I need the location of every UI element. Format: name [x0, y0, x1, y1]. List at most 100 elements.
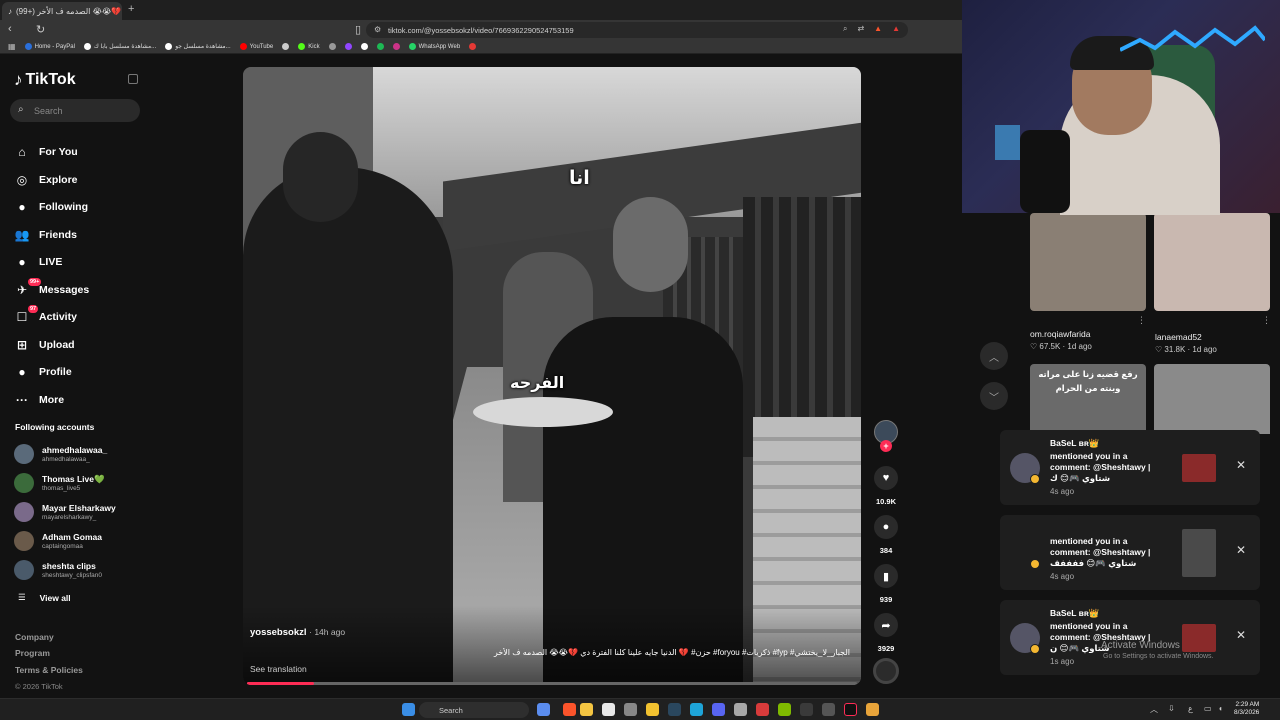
next-video-button[interactable]: ﹀ [980, 382, 1008, 410]
sidebar-item-following[interactable]: ● Following [14, 197, 88, 217]
video-progress-bar[interactable] [247, 682, 857, 685]
sidebar-item-live[interactable]: ● LIVE [14, 252, 62, 272]
volume-icon[interactable]: ◖ [1218, 704, 1223, 713]
new-tab-button[interactable]: + [128, 3, 134, 15]
tray-icon[interactable]: ⇩ [1168, 704, 1175, 713]
tiktok-icon[interactable] [844, 703, 857, 716]
video-author[interactable]: yossebsokzl · 14h ago [250, 627, 345, 638]
close-icon[interactable]: ✕ [1236, 543, 1246, 557]
share-icon[interactable]: ➦ [874, 613, 898, 637]
bookmark-item[interactable]: Kick [298, 43, 320, 50]
video-player[interactable]: انا الفرحه yossebsokzl · 14h ago الجبار_… [243, 67, 861, 685]
like-icon[interactable]: ♥ [874, 466, 898, 490]
bookmark-item[interactable]: YouTube [239, 43, 273, 50]
sidebar-item-for-you[interactable]: ⌂ For You [14, 142, 77, 162]
thumb-author[interactable]: om.roqiawfarida [1030, 329, 1090, 339]
more-options-icon[interactable]: ⋮ [1262, 315, 1271, 326]
recommended-video-thumb[interactable] [1154, 364, 1270, 434]
keyboard-language-icon[interactable]: ع [1188, 704, 1193, 713]
mention-notification[interactable]: BaSeL ʙʀ👑 mentioned you in a comment: @S… [1000, 430, 1260, 505]
search-input[interactable]: ⌕ Search [10, 99, 140, 122]
collapse-sidebar-icon[interactable] [128, 74, 138, 84]
app-icon[interactable] [778, 703, 791, 716]
sidebar-item-messages[interactable]: ✈ 99+ Messages [14, 278, 89, 300]
close-icon[interactable]: ✕ [1236, 458, 1246, 472]
app-icon[interactable] [734, 703, 747, 716]
previous-video-button[interactable]: ︿ [980, 342, 1008, 370]
following-account[interactable]: ahmedhalawaa_ ahmedhalawaa_ [14, 442, 107, 466]
steam-icon[interactable] [668, 703, 681, 716]
bookmark-item[interactable] [344, 43, 352, 50]
bookmark-item[interactable]: مشاهدة مسلسل بابا ك... [83, 43, 156, 50]
sidebar-item-friends[interactable]: 👥 Friends [14, 225, 77, 245]
app-icon[interactable] [646, 703, 659, 716]
taskbar-search[interactable]: Search [419, 702, 529, 718]
sidebar-item-profile[interactable]: ● Profile [14, 362, 71, 382]
app-icon[interactable] [756, 703, 769, 716]
footer-program-link[interactable]: Program [15, 648, 50, 658]
brave-shield-icon[interactable]: ▲ [874, 24, 882, 34]
more-options-icon[interactable]: ⋮ [1137, 315, 1146, 326]
see-translation-link[interactable]: See translation [250, 664, 307, 674]
bookmark-item[interactable]: مشاهدة مسلسل جو... [165, 43, 231, 50]
following-account[interactable]: Mayar Elsharkawy mayarelsharkawy_ [14, 500, 116, 524]
close-icon[interactable]: ✕ [1236, 628, 1246, 642]
mention-notification[interactable]: mentioned you in a comment: @Sheshtawy |… [1000, 515, 1260, 590]
apps-grid-icon[interactable]: ▦ [8, 42, 16, 51]
copilot-icon[interactable] [537, 703, 550, 716]
messages-icon: ✈ 99+ [16, 278, 42, 297]
sidebar-item-label: More [39, 394, 65, 406]
bookmark-item[interactable] [282, 43, 290, 50]
browser-tab[interactable]: ♪ (99+) الصدمه ف الأخر 😭😭💔 ✕ [2, 2, 122, 20]
tray-chevron-icon[interactable]: ︿ [1150, 704, 1158, 715]
bookmark-item[interactable] [392, 43, 400, 50]
notification-user: BaSeL ʙʀ👑 [1050, 438, 1100, 448]
bookmark-icon[interactable]: ▯ [355, 23, 361, 36]
bookmark-item[interactable]: Home - PayPal [24, 43, 75, 50]
sidebar-item-upload[interactable]: ⊞ Upload [14, 335, 75, 355]
rewards-icon[interactable]: ▲ [892, 24, 900, 34]
music-disc-icon[interactable] [873, 658, 899, 684]
back-icon[interactable]: ‹ [8, 23, 12, 35]
following-account[interactable]: Adham Gomaa captaingomaa [14, 529, 102, 553]
app-icon[interactable] [602, 703, 615, 716]
bookmark-item[interactable] [360, 43, 368, 50]
tiktok-logo[interactable]: ♪ TikTok [14, 70, 76, 90]
bookmark-item[interactable] [328, 43, 336, 50]
recommended-video-thumb[interactable]: رفع قضيه زنا على مراته وبنته من الحرام [1030, 364, 1146, 434]
zoom-icon[interactable]: ⌕ [843, 24, 847, 34]
app-icon[interactable] [800, 703, 813, 716]
view-all-button[interactable]: ☰ View all [18, 592, 71, 603]
app-icon[interactable] [822, 703, 835, 716]
sidebar-item-more[interactable]: ··· More [14, 390, 64, 410]
bookmark-item[interactable] [469, 43, 477, 50]
bookmark-item[interactable] [376, 43, 384, 50]
system-clock[interactable]: 2:29 AM 8/3/2026 [1234, 701, 1259, 717]
bookmark-save-icon[interactable]: ▮ [874, 564, 898, 588]
recommended-video-thumb[interactable] [1030, 213, 1146, 311]
app-icon[interactable] [624, 703, 637, 716]
site-info-icon[interactable]: ⚙ [374, 25, 381, 34]
sidebar-item-explore[interactable]: ◎ Explore [14, 170, 78, 190]
bookmark-item[interactable]: WhatsApp Web [408, 43, 460, 50]
discord-icon[interactable] [712, 703, 725, 716]
edge-icon[interactable] [690, 703, 703, 716]
file-explorer-icon[interactable] [580, 703, 593, 716]
follow-plus-icon[interactable]: + [880, 440, 892, 452]
reload-icon[interactable]: ↻ [36, 23, 45, 36]
translate-icon[interactable]: ⇄ [857, 24, 864, 34]
recommended-video-thumb[interactable] [1154, 213, 1270, 311]
following-account[interactable]: sheshta clips sheshtawy_clipsfan0 [14, 558, 102, 582]
thumb-author[interactable]: lanaemad52 [1155, 332, 1202, 342]
brave-icon[interactable] [563, 703, 576, 716]
mention-notification[interactable]: BaSeL ʙʀ👑 mentioned you in a comment: @S… [1000, 600, 1260, 675]
footer-company-link[interactable]: Company [15, 632, 54, 642]
windows-start-icon[interactable] [402, 703, 415, 716]
following-account[interactable]: Thomas Live💚 thomas_live5 [14, 471, 105, 495]
network-icon[interactable]: ▭ [1204, 704, 1212, 713]
comment-icon[interactable]: ● [874, 515, 898, 539]
chrome-icon[interactable] [866, 703, 879, 716]
url-field[interactable]: ⚙ tiktok.com/@yossebsokzl/video/76693622… [366, 22, 908, 38]
sidebar-item-activity[interactable]: ☐ 97 Activity [14, 305, 77, 327]
footer-terms-link[interactable]: Terms & Policies [15, 665, 83, 675]
